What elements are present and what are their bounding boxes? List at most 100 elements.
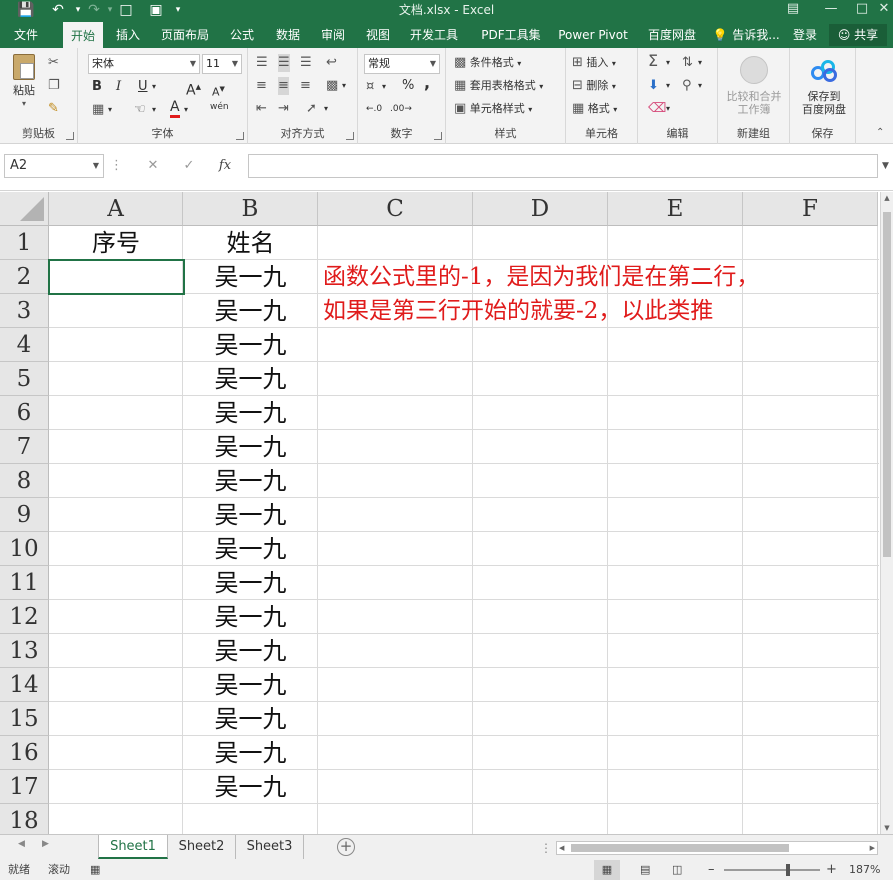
font-color-dropdown-icon[interactable]: ▾ bbox=[184, 101, 188, 119]
row-header-18[interactable]: 18 bbox=[0, 804, 49, 834]
page-layout-view-icon[interactable]: ▤ bbox=[640, 860, 650, 880]
align-left-icon[interactable]: ≡ bbox=[256, 77, 267, 95]
alignment-launcher-icon[interactable] bbox=[346, 132, 354, 140]
scroll-up-icon[interactable]: ▲ bbox=[881, 194, 893, 202]
row-header-8[interactable]: 8 bbox=[0, 464, 49, 498]
fill-down-icon[interactable]: ⬇ bbox=[648, 77, 659, 95]
column-header-c[interactable]: C bbox=[318, 192, 473, 226]
horizontal-scrollbar[interactable]: ◀ ▶ bbox=[556, 841, 878, 855]
cell-b1[interactable]: 姓名 bbox=[183, 226, 318, 260]
tab-review[interactable]: 审阅 bbox=[313, 22, 353, 48]
new-file-icon[interactable]: □ bbox=[116, 0, 136, 22]
italic-button[interactable]: I bbox=[116, 78, 121, 96]
number-launcher-icon[interactable] bbox=[434, 132, 442, 140]
page-break-view-icon[interactable]: ◫ bbox=[672, 860, 682, 880]
border-icon[interactable]: ▦ bbox=[92, 101, 104, 119]
select-all-button[interactable] bbox=[0, 192, 49, 226]
row-header-11[interactable]: 11 bbox=[0, 566, 49, 600]
print-preview-icon[interactable]: ▣ bbox=[146, 0, 166, 22]
increase-decimal-icon[interactable]: ←.0 bbox=[366, 100, 382, 118]
decrease-indent-icon[interactable]: ⇤ bbox=[256, 100, 267, 118]
normal-view-icon[interactable]: ▦ bbox=[594, 860, 620, 880]
cell-b4[interactable]: 吴一九 bbox=[183, 328, 318, 362]
ribbon-display-icon[interactable]: ▤ bbox=[778, 0, 808, 22]
tab-view[interactable]: 视图 bbox=[358, 22, 398, 48]
tab-file[interactable]: 文件 bbox=[4, 22, 48, 48]
tab-developer[interactable]: 开发工具 bbox=[404, 22, 464, 48]
tab-baidu-netdisk[interactable]: 百度网盘 bbox=[640, 22, 704, 48]
tell-me-search[interactable]: 告诉我... bbox=[728, 22, 784, 48]
currency-dropdown-icon[interactable]: ▾ bbox=[382, 78, 386, 96]
zoom-in-icon[interactable]: + bbox=[826, 860, 837, 880]
compare-merge-button[interactable]: 比较和合并 工作簿 bbox=[720, 56, 788, 116]
row-header-10[interactable]: 10 bbox=[0, 532, 49, 566]
column-header-f[interactable]: F bbox=[743, 192, 878, 226]
format-as-table-button[interactable]: ▦ 套用表格格式 ▾ bbox=[454, 77, 543, 96]
close-icon[interactable]: ✕ bbox=[875, 0, 893, 22]
vertical-scroll-thumb[interactable] bbox=[883, 212, 891, 557]
cell-b13[interactable]: 吴一九 bbox=[183, 634, 318, 668]
prev-sheet-icon[interactable]: ◀ bbox=[18, 839, 25, 849]
share-button[interactable]: ☺ 共享 bbox=[829, 24, 887, 46]
delete-cells-button[interactable]: ⊟ 删除 ▾ bbox=[572, 77, 616, 96]
tab-home[interactable]: 开始 bbox=[63, 22, 103, 48]
name-box[interactable]: A2 ▼ bbox=[4, 154, 104, 178]
align-right-icon[interactable]: ≡ bbox=[300, 77, 311, 95]
row-header-15[interactable]: 15 bbox=[0, 702, 49, 736]
column-header-d[interactable]: D bbox=[473, 192, 608, 226]
column-header-e[interactable]: E bbox=[608, 192, 743, 226]
zoom-level[interactable]: 187% bbox=[849, 860, 880, 880]
font-launcher-icon[interactable] bbox=[236, 132, 244, 140]
align-top-icon[interactable]: ☰ bbox=[256, 54, 268, 72]
cell-b2[interactable]: 吴一九 bbox=[183, 260, 318, 294]
row-header-13[interactable]: 13 bbox=[0, 634, 49, 668]
font-color-button[interactable]: A bbox=[170, 99, 180, 118]
currency-icon[interactable]: ¤ bbox=[366, 78, 374, 96]
sheet-tab-3[interactable]: Sheet3 bbox=[236, 835, 304, 859]
cell-b5[interactable]: 吴一九 bbox=[183, 362, 318, 396]
row-header-4[interactable]: 4 bbox=[0, 328, 49, 362]
align-center-icon[interactable]: ≡ bbox=[278, 77, 289, 95]
vertical-scrollbar[interactable]: ▲ ▼ bbox=[880, 192, 893, 834]
tab-formulas[interactable]: 公式 bbox=[222, 22, 262, 48]
font-name-select[interactable]: 宋体 ▼ bbox=[88, 54, 200, 74]
row-header-14[interactable]: 14 bbox=[0, 668, 49, 702]
fill-dropdown-icon[interactable]: ▾ bbox=[152, 101, 156, 119]
autosum-dropdown-icon[interactable]: ▾ bbox=[666, 54, 670, 72]
number-format-select[interactable]: 常规 ▼ bbox=[364, 54, 440, 74]
copy-icon[interactable]: ❐ bbox=[48, 77, 60, 95]
sheet-tab-2[interactable]: Sheet2 bbox=[168, 835, 236, 859]
confirm-entry-icon[interactable]: ✓ bbox=[176, 154, 202, 178]
cell-b10[interactable]: 吴一九 bbox=[183, 532, 318, 566]
zoom-slider-thumb[interactable] bbox=[786, 864, 790, 876]
tab-insert[interactable]: 插入 bbox=[108, 22, 148, 48]
percent-button[interactable]: % bbox=[402, 77, 414, 95]
align-middle-icon[interactable]: ☰ bbox=[278, 54, 290, 72]
sort-filter-icon[interactable]: ⇅ bbox=[682, 54, 693, 72]
decrease-decimal-icon[interactable]: .00→ bbox=[390, 100, 412, 118]
wrap-text-icon[interactable]: ↩ bbox=[326, 54, 337, 72]
bold-button[interactable]: B bbox=[92, 78, 102, 96]
conditional-format-button[interactable]: ▩ 条件格式 ▾ bbox=[454, 54, 521, 73]
tab-page-layout[interactable]: 页面布局 bbox=[154, 22, 216, 48]
column-header-b[interactable]: B bbox=[183, 192, 318, 226]
row-header-2[interactable]: 2 bbox=[0, 260, 49, 294]
cell-b3[interactable]: 吴一九 bbox=[183, 294, 318, 328]
add-sheet-icon[interactable]: + bbox=[337, 838, 355, 856]
scroll-down-icon[interactable]: ▼ bbox=[881, 824, 893, 832]
save-to-baidu-button[interactable]: 保存到 百度网盘 bbox=[794, 56, 854, 116]
column-header-a[interactable]: A bbox=[49, 192, 183, 226]
fill-color-icon[interactable]: ☜ bbox=[134, 101, 146, 119]
font-size-select[interactable]: 11 ▼ bbox=[202, 54, 242, 74]
increase-font-button[interactable]: A▲ bbox=[186, 78, 201, 100]
row-header-17[interactable]: 17 bbox=[0, 770, 49, 804]
expand-formula-icon[interactable]: ▼ bbox=[878, 154, 893, 178]
selected-cell-a2[interactable] bbox=[48, 259, 185, 295]
merge-dropdown-icon[interactable]: ▾ bbox=[342, 77, 346, 95]
cell-b15[interactable]: 吴一九 bbox=[183, 702, 318, 736]
save-icon[interactable]: 💾 bbox=[16, 0, 36, 22]
collapse-ribbon-icon[interactable]: ⌃ bbox=[876, 124, 884, 142]
cell-b12[interactable]: 吴一九 bbox=[183, 600, 318, 634]
autosum-icon[interactable]: Σ bbox=[648, 52, 658, 70]
undo-icon[interactable]: ↶ bbox=[48, 0, 68, 22]
